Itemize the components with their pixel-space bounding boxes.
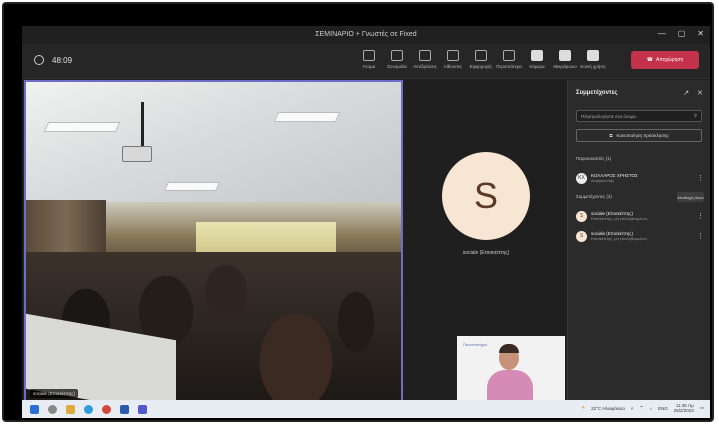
reactions-button[interactable]: Αντιδράσεις <box>412 48 438 69</box>
person-hair <box>499 344 519 353</box>
participant-search-input[interactable]: Πληκτρολογήστε ένα όνομα ⚲ <box>576 110 702 122</box>
rooms-button[interactable]: Αίθουσες <box>440 48 466 69</box>
more-options-icon[interactable]: ⋮ <box>697 212 704 220</box>
notification-icon[interactable]: ▭ <box>700 405 704 411</box>
attendees-header[interactable]: Συμμετέχοντες (2) <box>576 194 612 199</box>
phone-icon: ☎ <box>646 57 653 63</box>
maximize-icon[interactable]: ▢ <box>678 29 686 38</box>
participant-role: Διοργανωτής <box>591 178 615 184</box>
chat-button[interactable]: Συνομιλία <box>384 48 410 69</box>
close-icon[interactable]: ✕ <box>697 29 704 38</box>
people-icon <box>363 50 375 61</box>
microphone-icon <box>559 50 571 61</box>
admit-all-button[interactable]: Αποδοχή όλων <box>677 192 704 202</box>
ceiling-light <box>273 112 341 122</box>
close-panel-icon[interactable]: ✕ <box>697 89 703 97</box>
meeting-timer: 48:09 <box>34 55 72 65</box>
title-bar: ΣΕΜΙΝΑΡΙΟ + Γνωστές σε Fixed — ▢ ✕ <box>22 26 710 44</box>
chat-icon <box>391 50 403 61</box>
more-icon <box>503 50 515 61</box>
avatar: S <box>576 210 587 222</box>
taskbar-apps <box>30 404 147 414</box>
panel-controls: ↗ ✕ <box>683 89 703 97</box>
self-view-video[interactable]: Πανεπιστήμιο <box>457 336 565 402</box>
participant-role: Επισκέπτης, μη επαληθευμένος <box>591 216 648 222</box>
edge-icon[interactable] <box>84 404 93 414</box>
participant-row[interactable]: ΚΧ ΚΟΛΛΑΡΟΣ ΧΡΗΣΤΟΣ Διοργανωτής ⋮ <box>576 170 704 186</box>
avatar: ΚΧ <box>576 172 587 184</box>
projector-mount <box>141 102 144 148</box>
chevron-up-icon[interactable]: ˄ <box>631 406 634 411</box>
people-button[interactable]: Άτομα <box>356 48 382 69</box>
apps-button[interactable]: Εφαρμογές <box>468 48 494 69</box>
avatar: S <box>576 230 587 242</box>
mic-button[interactable]: Μικρόφωνο <box>552 48 578 69</box>
volume-icon[interactable]: ♪ <box>650 406 652 411</box>
panel-title: Συμμετέχοντες <box>576 90 618 96</box>
more-options-icon[interactable]: ⋮ <box>697 232 704 240</box>
bookshelf <box>26 200 106 255</box>
more-button[interactable]: Περισσότερα <box>496 48 522 69</box>
projector <box>122 146 152 162</box>
teams-icon[interactable] <box>138 404 147 414</box>
chrome-icon[interactable] <box>102 404 111 414</box>
shield-icon <box>34 55 44 65</box>
toolbar-buttons: Άτομα Συνομιλία Αντιδράσεις Αίθουσες Εφα… <box>356 48 606 69</box>
weather-text[interactable]: 22°C Ηλιοφάνεια <box>591 406 625 411</box>
university-logo: Πανεπιστήμιο <box>463 342 488 347</box>
language-indicator[interactable]: ENG <box>658 406 668 411</box>
link-icon: ⧉ <box>609 133 613 138</box>
weather-icon: ☀ <box>581 405 586 410</box>
participant-avatar: S <box>442 152 530 240</box>
file-explorer-icon[interactable] <box>66 404 75 414</box>
timer-text: 48:09 <box>52 55 73 65</box>
share-icon <box>587 50 599 61</box>
windows-taskbar: ☀ 22°C Ηλιοφάνεια ˄ ⌔ ♪ ENG 11:45 πμ 25/… <box>22 400 710 418</box>
share-button[interactable]: Κοινή χρήση <box>580 48 606 69</box>
camera-button[interactable]: Κάμερα <box>524 48 550 69</box>
participant-row[interactable]: S sociale (Επισκέπτης) Επισκέπτης, μη επ… <box>576 208 704 224</box>
camera-icon <box>531 50 543 61</box>
search-icon[interactable] <box>48 404 57 414</box>
ceiling-light <box>163 182 221 191</box>
participants-panel: Συμμετέχοντες ↗ ✕ Πληκτρολογήστε ένα όνο… <box>567 80 710 406</box>
classroom-video: sociale (Επισκέπτης) <box>24 80 403 404</box>
reactions-icon <box>419 50 431 61</box>
teams-window: ΣΕΜΙΝΑΡΙΟ + Γνωστές σε Fixed — ▢ ✕ 48:09… <box>22 26 710 418</box>
ceiling-light <box>43 122 121 132</box>
more-options-icon[interactable]: ⋮ <box>697 174 704 182</box>
person-shirt <box>487 370 533 402</box>
leave-button[interactable]: ☎ Αποχώρηση <box>631 51 699 69</box>
window-controls: — ▢ ✕ <box>658 29 704 38</box>
apps-icon <box>475 50 487 61</box>
presenters-header[interactable]: Παρουσιαστές (1) <box>576 156 611 161</box>
windows-start-icon[interactable] <box>30 404 39 414</box>
minimize-icon[interactable]: — <box>658 29 666 38</box>
video-name-label: sociale (Επισκέπτης) <box>30 389 78 398</box>
window-title: ΣΕΜΙΝΑΡΙΟ + Γνωστές σε Fixed <box>315 31 417 38</box>
system-tray: ☀ 22°C Ηλιοφάνεια ˄ ⌔ ♪ ENG 11:45 πμ 25/… <box>581 403 704 413</box>
participant-role: Επισκέπτης, μη επαληθευμένος <box>591 236 648 242</box>
word-icon[interactable] <box>120 404 129 414</box>
network-icon[interactable]: ⌔ <box>639 405 643 411</box>
clock[interactable]: 11:45 πμ 25/2/2023 <box>674 403 694 413</box>
popout-icon[interactable]: ↗ <box>683 89 689 97</box>
meeting-toolbar: 48:09 Άτομα Συνομιλία Αντιδράσεις Αίθουσ… <box>22 44 710 79</box>
search-icon: ⚲ <box>693 113 697 118</box>
participant-avatar-name: sociale (Επισκέπτης) <box>462 250 510 256</box>
share-invite-button[interactable]: ⧉ Κοινοποίηση πρόσκλησης <box>576 129 702 142</box>
participant-row[interactable]: S sociale (Επισκέπτης) Επισκέπτης, μη επ… <box>576 228 704 244</box>
rooms-icon <box>447 50 459 61</box>
